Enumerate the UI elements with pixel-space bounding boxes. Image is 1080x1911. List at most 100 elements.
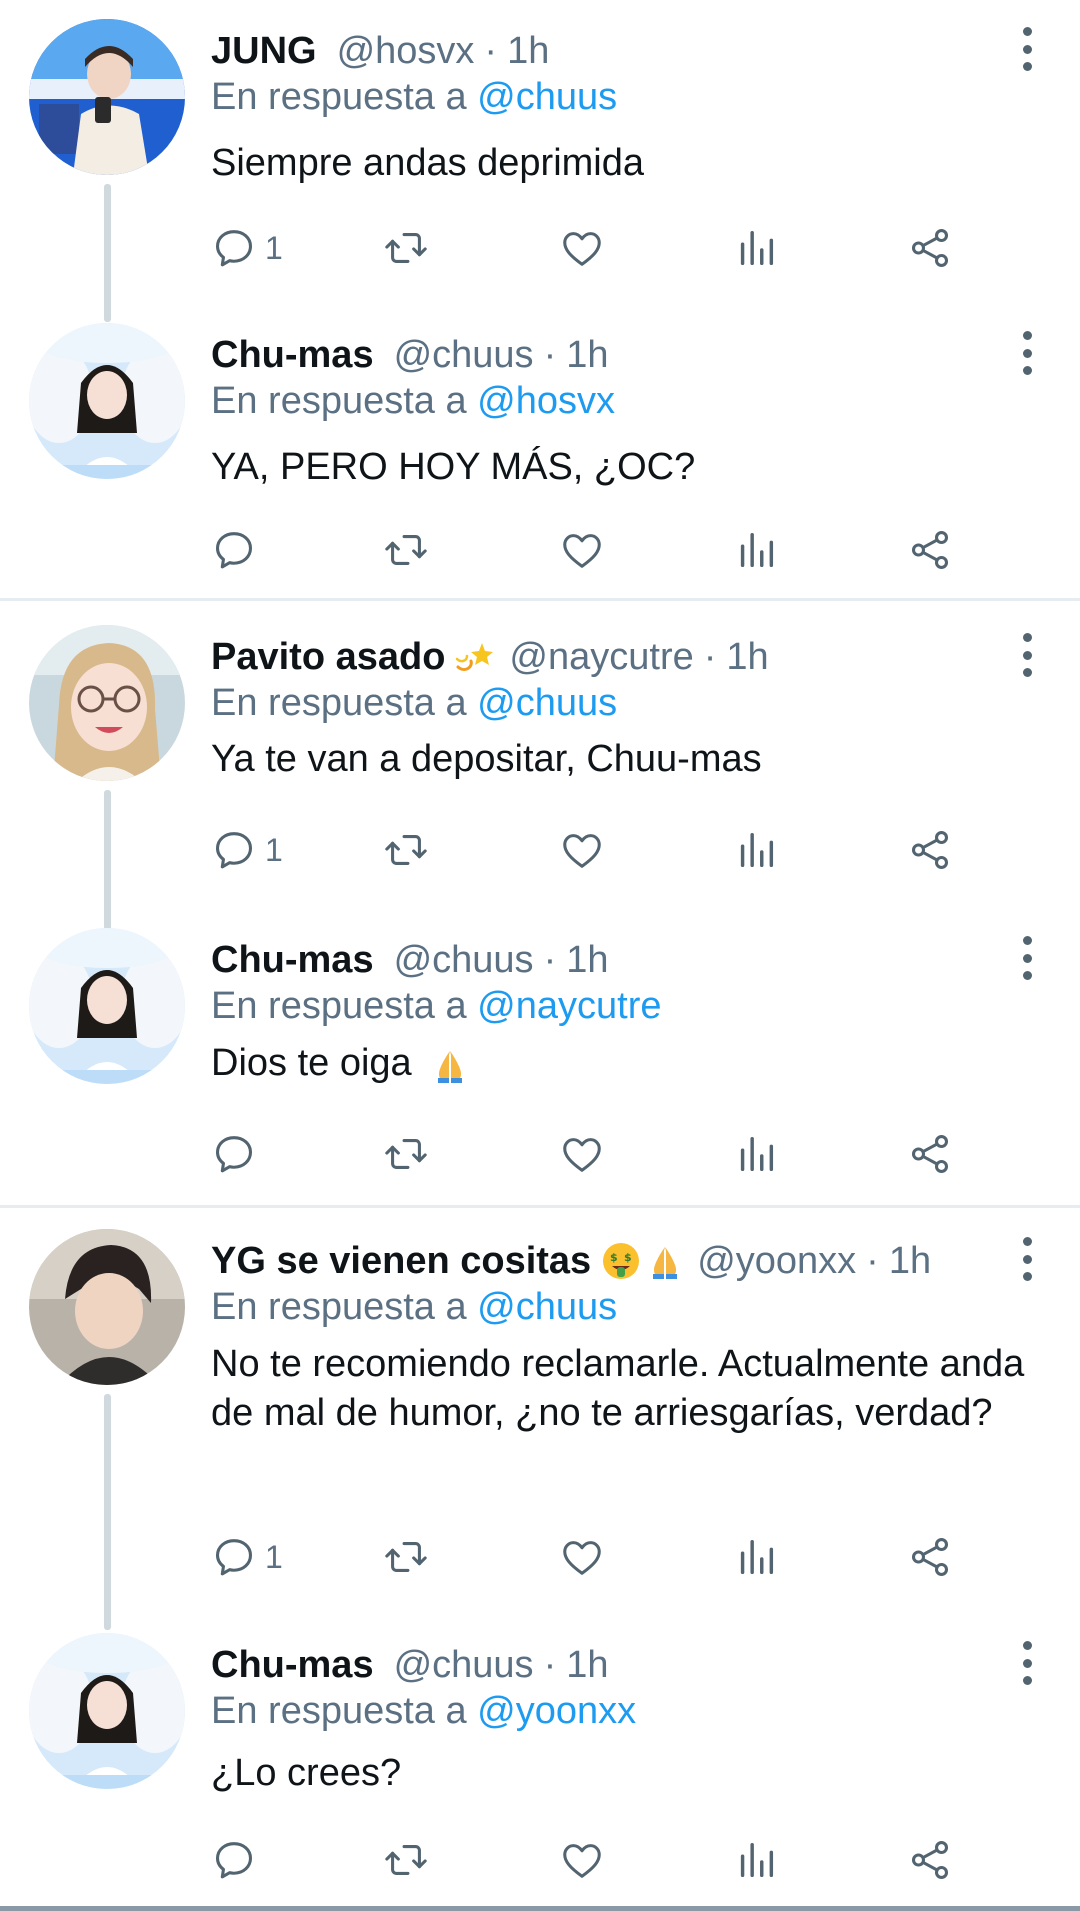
share-button[interactable] [907,1833,953,1887]
timestamp[interactable]: 1h [726,636,768,679]
tweet-header: Pavito asado @naycutre · 1h [211,631,960,683]
share-icon [907,1534,953,1580]
avatar-photo-chumas [29,1633,185,1789]
reply-button[interactable] [211,1833,265,1887]
reply-context: En respuesta a @chuus [211,682,617,725]
separator-dot: · [543,333,557,376]
handle[interactable]: @yoonxx [697,1240,856,1283]
retweet-button[interactable] [383,1530,429,1584]
mention-link[interactable]: @chuus [477,1286,617,1328]
avatar[interactable] [29,625,185,781]
share-icon [907,1837,953,1883]
display-name[interactable]: YG se vienen cositas [211,1240,591,1283]
display-name[interactable]: Chu-mas [211,1644,374,1687]
display-name[interactable]: Chu-mas [211,939,374,982]
reply-context: En respuesta a @naycutre [211,985,662,1028]
retweet-button[interactable] [383,221,429,275]
mention-link[interactable]: @chuus [477,682,617,724]
timestamp[interactable]: 1h [566,1644,608,1687]
mention-link[interactable]: @chuus [477,76,617,118]
analytics-button[interactable] [733,1833,779,1887]
like-button[interactable] [559,1833,605,1887]
like-button[interactable] [559,823,605,877]
avatar[interactable] [29,19,185,175]
share-button[interactable] [907,1530,953,1584]
retweet-button[interactable] [383,1127,429,1181]
analytics-button[interactable] [733,1127,779,1181]
reply-count: 1 [265,1538,283,1575]
reply-button[interactable]: 1 [211,823,283,877]
avatar[interactable] [29,323,185,479]
tweet-text: Dios te oiga [211,1039,1031,1088]
tweet[interactable]: Pavito asado @naycutre · 1h En respuesta… [0,606,1080,930]
analytics-icon [733,827,779,873]
avatar[interactable] [29,1633,185,1789]
separator-dot: · [703,635,717,678]
share-button[interactable] [907,221,953,275]
reply-button[interactable] [211,523,265,577]
more-options-icon[interactable] [1020,936,1034,980]
timestamp[interactable]: 1h [889,1240,931,1283]
like-button[interactable] [559,1530,605,1584]
thread-line [104,184,111,322]
avatar-photo-chumas [29,323,185,479]
handle[interactable]: @chuus [394,334,534,377]
bottom-edge [0,1906,1080,1911]
like-button[interactable] [559,221,605,275]
avatar-photo-pavito [29,625,185,781]
timestamp[interactable]: 1h [507,30,549,73]
analytics-button[interactable] [733,823,779,877]
display-name[interactable]: Pavito asado [211,636,445,679]
action-bar: 1 [211,823,1011,877]
mention-link[interactable]: @yoonxx [477,1690,636,1732]
like-button[interactable] [559,523,605,577]
reply-button[interactable]: 1 [211,221,283,275]
tweet[interactable]: YG se vienen cositas @yoonxx · 1h En res… [0,1210,1080,1630]
separator-dot: · [543,938,557,981]
reply-button[interactable] [211,1127,265,1181]
share-button[interactable] [907,823,953,877]
reply-count: 1 [265,229,283,266]
reply-prefix: En respuesta a [211,380,467,422]
display-name[interactable]: JUNG [211,30,317,73]
analytics-button[interactable] [733,523,779,577]
reply-icon [211,225,257,271]
analytics-icon [733,527,779,573]
handle[interactable]: @naycutre [509,636,693,679]
tweet[interactable]: JUNG @hosvx · 1h En respuesta a @chuus S… [0,0,1080,322]
like-button[interactable] [559,1127,605,1181]
share-button[interactable] [907,1127,953,1181]
heart-icon [559,1534,605,1580]
handle[interactable]: @hosvx [337,30,475,73]
tweet[interactable]: Chu-mas @chuus · 1h En respuesta a @nayc… [0,909,1080,1205]
reply-button[interactable]: 1 [211,1530,283,1584]
tweet[interactable]: Chu-mas @chuus · 1h En respuesta a @hosv… [0,304,1080,598]
display-name[interactable]: Chu-mas [211,334,374,377]
share-button[interactable] [907,523,953,577]
more-options-icon[interactable] [1020,27,1034,71]
retweet-button[interactable] [383,1833,429,1887]
reply-prefix: En respuesta a [211,985,467,1027]
heart-icon [559,527,605,573]
timestamp[interactable]: 1h [566,939,608,982]
handle[interactable]: @chuus [394,1644,534,1687]
more-options-icon[interactable] [1020,633,1034,677]
tweet[interactable]: Chu-mas @chuus · 1h En respuesta a @yoon… [0,1614,1080,1906]
retweet-button[interactable] [383,823,429,877]
handle[interactable]: @chuus [394,939,534,982]
thread-divider [0,598,1080,601]
analytics-button[interactable] [733,1530,779,1584]
retweet-button[interactable] [383,523,429,577]
more-options-icon[interactable] [1020,1641,1034,1685]
retweet-icon [383,527,429,573]
tweet-text: Siempre andas deprimida [211,142,645,184]
timestamp[interactable]: 1h [566,334,608,377]
more-options-icon[interactable] [1020,1237,1034,1281]
analytics-button[interactable] [733,221,779,275]
avatar-photo-jung [29,19,185,175]
mention-link[interactable]: @naycutre [477,985,661,1027]
avatar[interactable] [29,1229,185,1385]
mention-link[interactable]: @hosvx [477,380,615,422]
more-options-icon[interactable] [1020,331,1034,375]
avatar[interactable] [29,928,185,1084]
